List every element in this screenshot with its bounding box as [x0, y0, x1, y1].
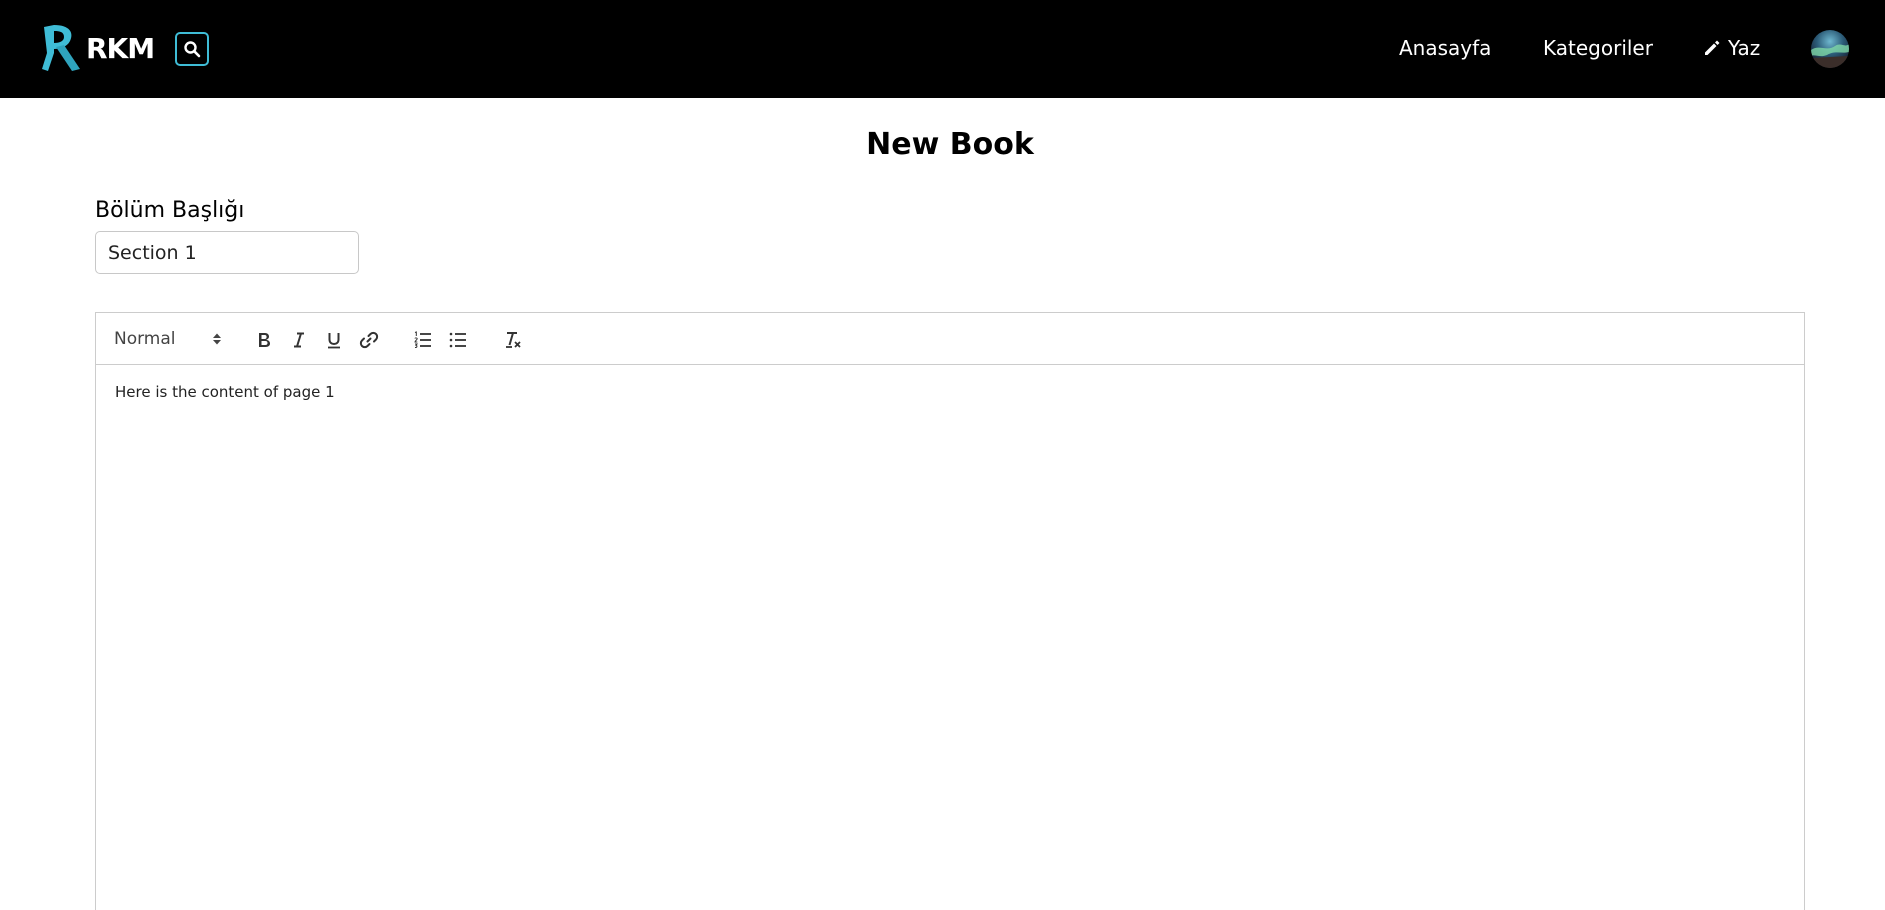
- editor-content-area[interactable]: Here is the content of page 1: [96, 365, 1804, 910]
- clear-format-button[interactable]: [499, 326, 527, 354]
- user-avatar[interactable]: [1811, 30, 1849, 68]
- header-format-select[interactable]: Normal: [114, 325, 222, 353]
- underline-button[interactable]: [320, 326, 348, 354]
- ordered-list-icon: [414, 331, 431, 349]
- clear-format-icon: [506, 332, 521, 348]
- bullet-list-button[interactable]: [444, 326, 472, 354]
- italic-icon: [294, 332, 304, 348]
- rkm-logo-icon: [42, 25, 80, 71]
- section-title-input[interactable]: [95, 231, 359, 274]
- brand-logo-link[interactable]: RKM: [40, 22, 155, 74]
- rich-text-editor: Normal Here is the content of page 1: [95, 312, 1805, 910]
- editor-paragraph: Here is the content of page 1: [115, 383, 335, 401]
- link-icon: [359, 331, 379, 349]
- nav-write-label: Yaz: [1728, 36, 1761, 60]
- search-button[interactable]: [175, 32, 209, 66]
- search-icon: [184, 41, 201, 58]
- navbar: RKM Anasayfa Kategoriler Yaz: [0, 0, 1885, 98]
- header-format-value: Normal: [114, 329, 176, 349]
- brand-name: RKM: [86, 31, 155, 65]
- editor-toolbar: Normal: [96, 313, 1804, 365]
- underline-icon: [328, 333, 340, 349]
- select-arrows-icon: [213, 333, 221, 345]
- avatar-image: [1811, 44, 1849, 68]
- nav-link-categories[interactable]: Kategoriler: [1543, 36, 1653, 60]
- page-title: New Book: [866, 127, 1034, 162]
- bold-button[interactable]: [250, 326, 278, 354]
- pencil-icon: [1705, 40, 1720, 55]
- nav-link-write[interactable]: Yaz: [1702, 36, 1760, 60]
- bullet-list-icon: [449, 332, 466, 348]
- section-title-label: Bölüm Başlığı: [95, 198, 245, 223]
- ordered-list-button[interactable]: [409, 326, 437, 354]
- italic-button[interactable]: [285, 326, 313, 354]
- bold-icon: [259, 333, 270, 347]
- link-button[interactable]: [355, 326, 383, 354]
- nav-link-home[interactable]: Anasayfa: [1399, 36, 1491, 60]
